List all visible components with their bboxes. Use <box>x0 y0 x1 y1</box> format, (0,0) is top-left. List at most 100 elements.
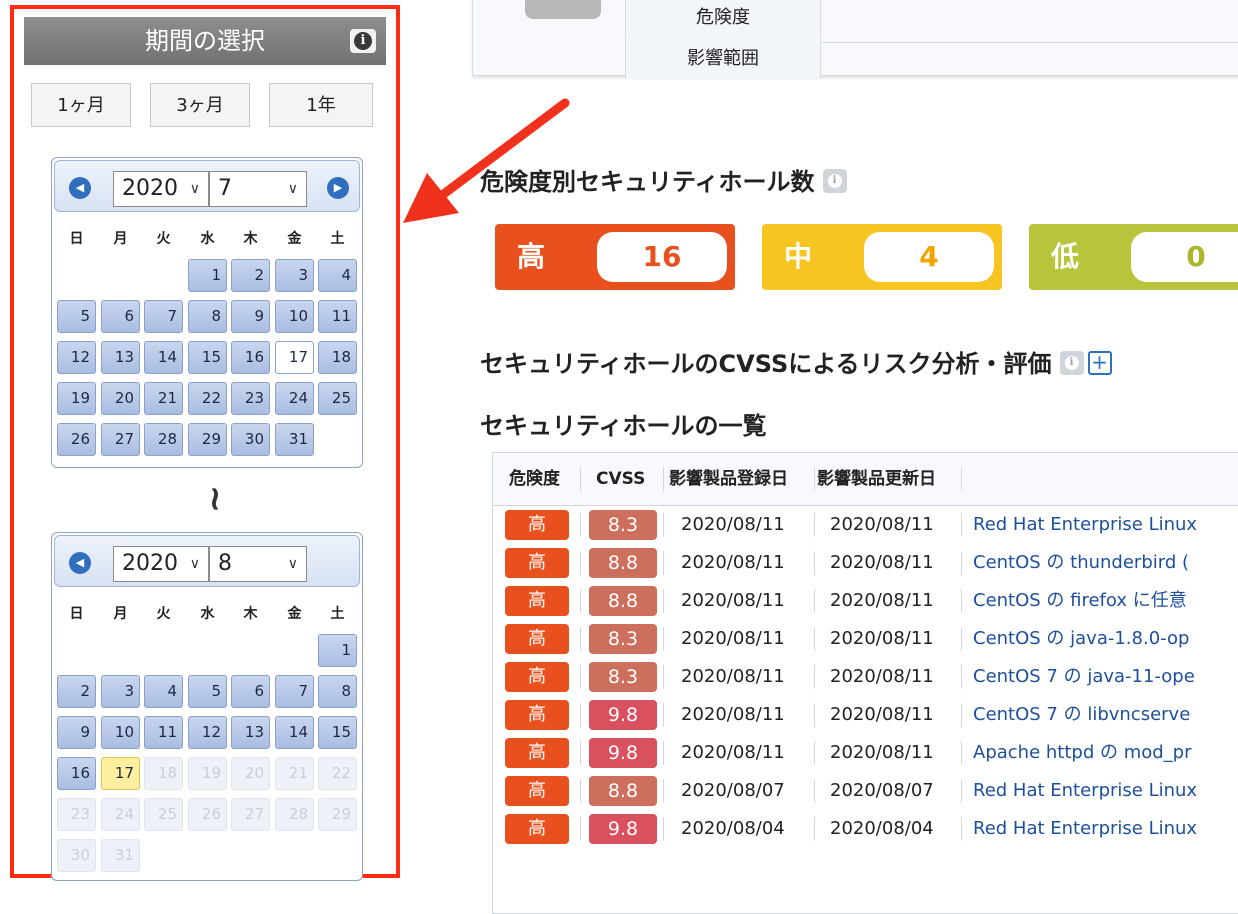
table-row[interactable]: 高 8.3 2020/08/11 2020/08/11 CentOS の java-1.… <box>493 620 1238 658</box>
divider <box>814 551 815 575</box>
calendar-day[interactable]: 5 <box>57 300 96 333</box>
calendar-day[interactable]: 11 <box>144 716 183 749</box>
calendar-day[interactable]: 8 <box>188 300 227 333</box>
calendar-day[interactable]: 13 <box>231 716 270 749</box>
year-select[interactable]: 2020 ∨ <box>113 171 209 207</box>
calendar-day[interactable]: 14 <box>144 341 183 374</box>
calendar-day[interactable]: 21 <box>144 382 183 415</box>
table-row[interactable]: 高 9.8 2020/08/11 2020/08/11 CentOS 7 の libvn… <box>493 696 1238 734</box>
severity-mid-box[interactable]: 中 4 <box>762 224 1002 290</box>
calendar-day[interactable]: 14 <box>275 716 314 749</box>
vulnerability-title-link[interactable]: CentOS の firefox に任意 <box>973 582 1187 620</box>
calendar-day[interactable]: 12 <box>57 341 96 374</box>
year-select[interactable]: 2020 ∨ <box>113 546 209 582</box>
table-row[interactable]: 高 9.8 2020/08/04 2020/08/04 Red Hat Enterpri… <box>493 810 1238 848</box>
calendar-day[interactable]: 1 <box>318 634 357 667</box>
table-row[interactable]: 高 9.8 2020/08/11 2020/08/11 Apache httpd の m… <box>493 734 1238 772</box>
calendar-day[interactable]: 3 <box>101 675 140 708</box>
vulnerability-title-link[interactable]: Red Hat Enterprise Linux <box>973 810 1197 848</box>
column-updated-date[interactable]: 影響製品更新日 <box>817 453 936 505</box>
table-row[interactable]: 高 8.3 2020/08/11 2020/08/11 CentOS 7 の java-… <box>493 658 1238 696</box>
range-3-months-button[interactable]: 3ヶ月 <box>150 83 250 127</box>
calendar-day[interactable]: 26 <box>57 423 96 456</box>
vulnerability-title-link[interactable]: Red Hat Enterprise Linux <box>973 772 1197 810</box>
vulnerability-title-link[interactable]: CentOS 7 の libvncserve <box>973 696 1190 734</box>
prev-month-icon[interactable]: ◀ <box>69 552 91 574</box>
vulnerability-title-link[interactable]: CentOS 7 の java-11-ope <box>973 658 1195 696</box>
calendar-day[interactable]: 13 <box>101 341 140 374</box>
calendar-day[interactable]: 3 <box>275 259 314 292</box>
calendar-day[interactable]: 15 <box>188 341 227 374</box>
calendar-day: 27 <box>231 798 270 831</box>
table-row[interactable]: 高 8.8 2020/08/07 2020/08/07 Red Hat Enterpri… <box>493 772 1238 810</box>
table-row[interactable]: 高 8.3 2020/08/11 2020/08/11 Red Hat Enterpri… <box>493 506 1238 544</box>
info-button[interactable]: i <box>350 29 376 53</box>
month-select[interactable]: 7 ∨ <box>209 171 307 207</box>
calendar-day[interactable]: 4 <box>318 259 357 292</box>
calendar-day[interactable]: 4 <box>144 675 183 708</box>
calendar-day[interactable]: 17 <box>275 341 314 374</box>
calendar-day[interactable]: 5 <box>188 675 227 708</box>
calendar-day[interactable]: 10 <box>275 300 314 333</box>
column-cvss[interactable]: CVSS <box>596 453 645 505</box>
calendar-day[interactable]: 1 <box>188 259 227 292</box>
calendar-day[interactable]: 9 <box>231 300 270 333</box>
expand-icon[interactable]: + <box>1087 351 1112 375</box>
month-select[interactable]: 8 ∨ <box>209 546 307 582</box>
calendar-day[interactable]: 2 <box>231 259 270 292</box>
vulnerability-title-link[interactable]: Red Hat Enterprise Linux <box>973 506 1197 544</box>
calendar-day[interactable]: 11 <box>318 300 357 333</box>
calendar-day[interactable]: 31 <box>275 423 314 456</box>
calendar-day[interactable]: 25 <box>318 382 357 415</box>
calendar-day[interactable]: 6 <box>101 300 140 333</box>
divider <box>580 703 581 727</box>
severity-low-label: 低 <box>1051 240 1080 273</box>
severity-low-box[interactable]: 低 0 <box>1029 224 1238 290</box>
calendar-day[interactable]: 22 <box>188 382 227 415</box>
calendar-day[interactable]: 7 <box>275 675 314 708</box>
column-severity[interactable]: 危険度 <box>509 453 560 505</box>
column-registered-date[interactable]: 影響製品登録日 <box>669 453 788 505</box>
calendar-day[interactable]: 23 <box>231 382 270 415</box>
calendar-day[interactable]: 16 <box>231 341 270 374</box>
info-icon[interactable]: i <box>1059 351 1084 375</box>
registered-date: 2020/08/11 <box>681 590 785 611</box>
vulnerability-title-link[interactable]: Apache httpd の mod_pr <box>973 734 1192 772</box>
divider <box>961 703 962 727</box>
calendar-day[interactable]: 17 <box>101 757 140 790</box>
calendar-day[interactable]: 19 <box>57 382 96 415</box>
table-row[interactable]: 高 8.8 2020/08/11 2020/08/11 CentOS の thunder… <box>493 544 1238 582</box>
calendar-day[interactable]: 6 <box>231 675 270 708</box>
calendar-day[interactable]: 8 <box>318 675 357 708</box>
info-icon[interactable]: i <box>822 169 847 193</box>
next-month-icon[interactable]: ▶ <box>327 177 349 199</box>
calendar-day[interactable]: 12 <box>188 716 227 749</box>
calendar-day[interactable]: 20 <box>101 382 140 415</box>
calendar-day[interactable]: 16 <box>57 757 96 790</box>
calendar-day[interactable]: 9 <box>57 716 96 749</box>
calendar-day[interactable]: 24 <box>275 382 314 415</box>
registered-date: 2020/08/11 <box>681 704 785 725</box>
divider <box>663 467 664 491</box>
calendar-day[interactable]: 7 <box>144 300 183 333</box>
prev-month-icon[interactable]: ◀ <box>69 177 91 199</box>
divider <box>961 627 962 651</box>
divider <box>663 741 664 765</box>
range-1-month-button[interactable]: 1ヶ月 <box>31 83 131 127</box>
calendar-day[interactable]: 2 <box>57 675 96 708</box>
vulnerability-title-link[interactable]: CentOS の thunderbird ( <box>973 544 1189 582</box>
table-row[interactable]: 高 8.8 2020/08/11 2020/08/11 CentOS の firefox… <box>493 582 1238 620</box>
calendar-day[interactable]: 18 <box>318 341 357 374</box>
range-1-year-button[interactable]: 1年 <box>269 83 373 127</box>
period-selection-panel: 期間の選択 i 1ヶ月 3ヶ月 1年 ◀ 2020 ∨ 7 ∨ ▶ 日月火水木金土1… <box>10 5 400 881</box>
calendar-day[interactable]: 27 <box>101 423 140 456</box>
calendar-day[interactable]: 29 <box>188 423 227 456</box>
weekday-label: 金 <box>287 231 302 247</box>
calendar-day[interactable]: 10 <box>101 716 140 749</box>
calendar-day[interactable]: 30 <box>231 423 270 456</box>
security-hole-list: 危険度 CVSS 影響製品登録日 影響製品更新日 高 8.3 2020/08/11 2… <box>492 452 1238 914</box>
calendar-day[interactable]: 28 <box>144 423 183 456</box>
severity-high-box[interactable]: 高 16 <box>495 224 735 290</box>
calendar-day[interactable]: 15 <box>318 716 357 749</box>
vulnerability-title-link[interactable]: CentOS の java-1.8.0-op <box>973 620 1189 658</box>
